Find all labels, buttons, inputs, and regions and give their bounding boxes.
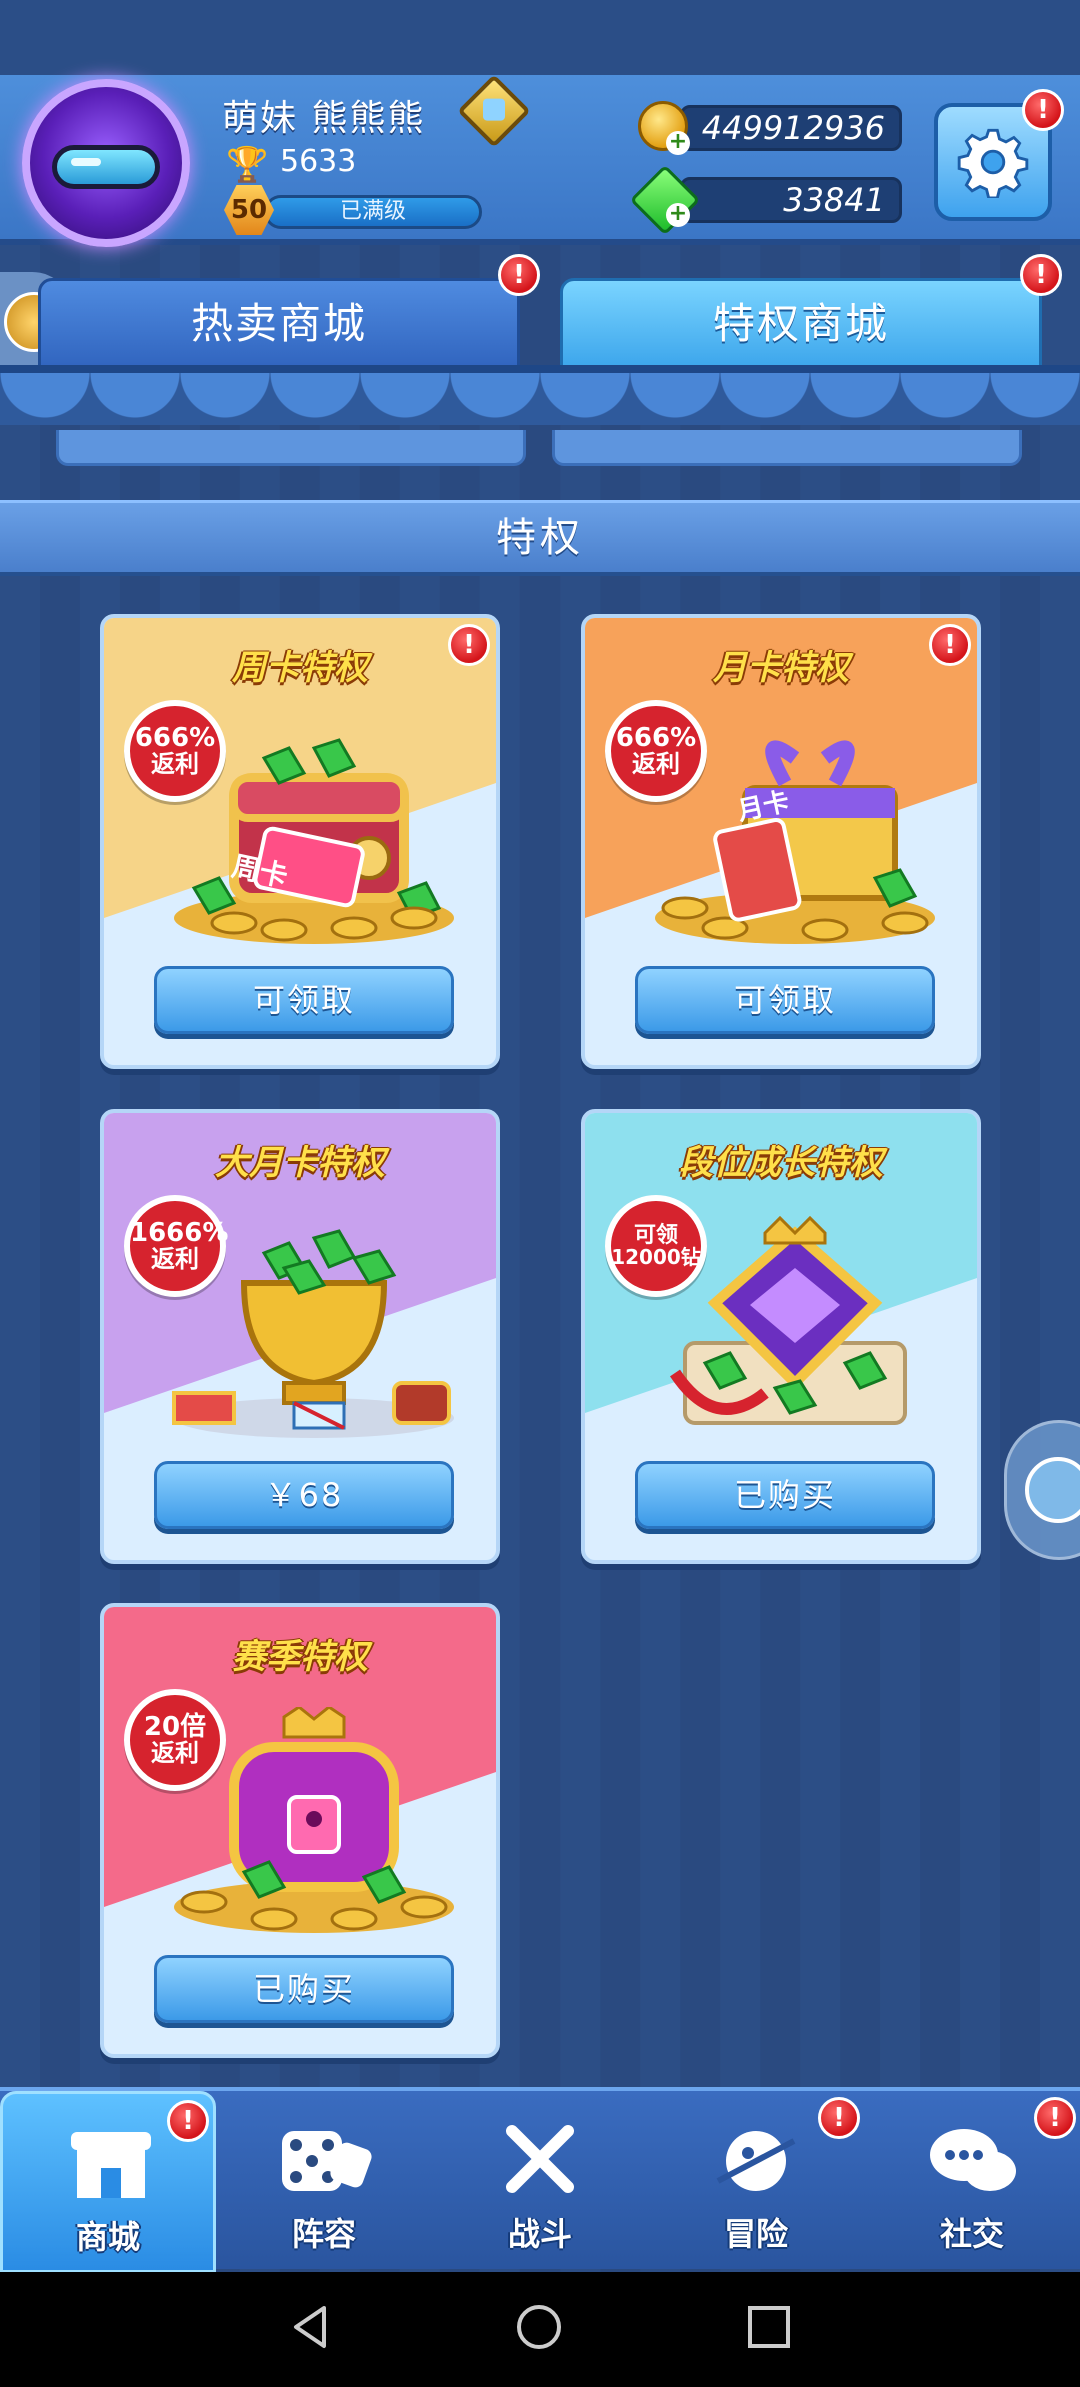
player-header: 萌妹 熊熊熊 🏆 5633 已满级 50 449912936 + 33841 +… (0, 74, 1080, 247)
nav-social[interactable]: 社交 ! (864, 2091, 1080, 2273)
coin-balance: 449912936 (680, 105, 902, 151)
adventure-alert-icon: ! (818, 2097, 860, 2139)
home-icon[interactable] (514, 2302, 564, 2352)
gem-balance: 33841 (680, 177, 902, 223)
settings-alert-icon: ! (1022, 89, 1064, 131)
hot-store-alert-icon: ! (498, 254, 540, 296)
gem-icon[interactable] (629, 164, 701, 236)
level-bar: 已满级 (264, 195, 482, 229)
rebate-badge: 1666% 返利 (124, 1195, 228, 1297)
shelf-decoration (552, 430, 1022, 466)
big-monthly-card-privilege[interactable]: 大月卡特权 1666% 返利 ￥68 (100, 1109, 500, 1564)
robot-visor-icon (52, 145, 160, 189)
bottom-nav: 商城 ! 阵容 战斗 冒险 ! 社交 ! (0, 2087, 1080, 2273)
nav-adventure[interactable]: 冒险 ! (648, 2091, 864, 2273)
status-bar (0, 0, 1080, 75)
level-badge: 50 (224, 185, 274, 235)
season-privilege[interactable]: 赛季特权 20倍 返利 已购买 (100, 1603, 500, 2058)
dice-icon (282, 2131, 372, 2191)
card-title: 赛季特权 (232, 1637, 368, 1677)
avatar[interactable] (22, 79, 190, 247)
purchased-button[interactable]: 已购买 (154, 1955, 454, 2023)
store-alert-icon: ! (167, 2100, 209, 2142)
back-icon[interactable] (286, 2302, 336, 2352)
privilege-store-alert-icon: ! (1020, 254, 1062, 296)
card-alert-icon: ! (448, 624, 490, 666)
add-gems-icon[interactable]: + (666, 203, 690, 227)
recents-icon[interactable] (744, 2302, 794, 2352)
nav-store[interactable]: 商城 ! (0, 2091, 216, 2273)
trophy-count: 5633 (280, 144, 357, 179)
purchased-button[interactable]: 已购买 (635, 1461, 935, 1529)
gem-reward-badge: 可领 12000钻 (605, 1195, 707, 1297)
card-title: 段位成长特权 (679, 1143, 883, 1183)
gear-icon (957, 128, 1029, 198)
multiplier-badge: 20倍 返利 (124, 1689, 226, 1791)
claim-button[interactable]: 可领取 (635, 966, 935, 1034)
system-navigation-bar (0, 2272, 1080, 2387)
rank-growth-privilege[interactable]: 段位成长特权 可领 12000钻 已购买 (581, 1109, 981, 1564)
planet-icon (716, 2131, 796, 2191)
store-icon (71, 2132, 151, 2198)
trophy-icon: 🏆 (226, 145, 269, 185)
chat-icon (1025, 1457, 1080, 1523)
shelf-decoration (56, 430, 526, 466)
tab-privilege-store[interactable]: 特权商城 (560, 278, 1042, 368)
rebate-badge: 666% 返利 (124, 700, 226, 802)
purchase-button[interactable]: ￥68 (154, 1461, 454, 1529)
crossed-swords-icon (506, 2125, 574, 2193)
weekly-card-privilege[interactable]: 周卡特权 周卡 666% 返利 可领取 ! (100, 614, 500, 1069)
social-alert-icon: ! (1034, 2097, 1076, 2139)
card-title: 大月卡特权 (215, 1143, 385, 1183)
floating-chat-button[interactable] (1004, 1420, 1080, 1560)
player-name: 萌妹 熊熊熊 (222, 98, 426, 139)
card-alert-icon: ! (929, 624, 971, 666)
add-coins-icon[interactable]: + (666, 131, 690, 155)
section-title: 特权 (0, 500, 1080, 576)
rank-badge-icon[interactable] (457, 74, 531, 148)
card-title: 月卡特权 (713, 648, 849, 688)
monthly-card-privilege[interactable]: 月卡特权 月卡 666% 返利 可领取 ! (581, 614, 981, 1069)
awning-decoration (0, 365, 1080, 425)
nav-lineup[interactable]: 阵容 (216, 2091, 432, 2273)
rebate-badge: 666% 返利 (605, 700, 707, 802)
tab-hot-store[interactable]: 热卖商城 (38, 278, 520, 368)
nav-battle[interactable]: 战斗 (432, 2091, 648, 2273)
chat-bubbles-icon (930, 2129, 1016, 2191)
claim-button[interactable]: 可领取 (154, 966, 454, 1034)
card-title: 周卡特权 (232, 648, 368, 688)
